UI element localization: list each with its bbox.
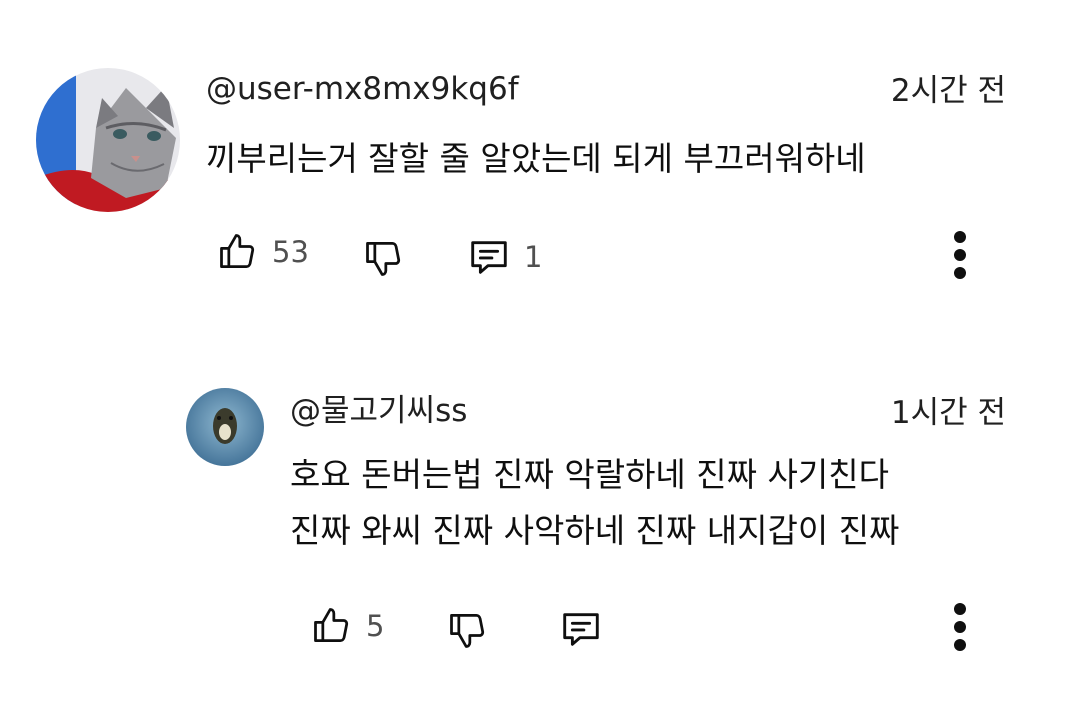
- cat-avatar[interactable]: [36, 68, 180, 212]
- comment-more-button[interactable]: [940, 228, 980, 288]
- comment-text: 끼부리는거 잘할 줄 알았는데 되게 부끄러워하네: [206, 139, 866, 178]
- thumbs-up-icon: [220, 234, 255, 269]
- reply-like-count: 5: [366, 608, 385, 643]
- fish-avatar[interactable]: [186, 388, 264, 466]
- comment: @user-mx8mx9kq6f 2시간 전 끼부리는거 잘할 줄 알았는데 되…: [0, 0, 1080, 320]
- reply-text-line-2: 진짜 와씨 진짜 사악하네 진짜 내지갑이 진짜: [290, 511, 900, 550]
- reply-like-button[interactable]: 5: [310, 604, 384, 648]
- reply-more-button[interactable]: [940, 600, 980, 660]
- like-button[interactable]: 53: [216, 230, 309, 274]
- comment-icon: [471, 241, 507, 274]
- fish-avatar-image: [186, 388, 264, 466]
- thumbs-down-icon: [450, 613, 485, 648]
- reply-author[interactable]: @물고기씨ss: [290, 396, 467, 427]
- reply-dislike-button[interactable]: [446, 608, 490, 652]
- reply-reply-button[interactable]: [558, 606, 604, 652]
- like-count: 53: [272, 234, 309, 269]
- dislike-button[interactable]: [362, 236, 406, 280]
- comment-author[interactable]: @user-mx8mx9kq6f: [206, 74, 519, 105]
- reply-comment: @물고기씨ss 1시간 전 호요 돈버는법 진짜 악랄하네 진짜 사기친다 진짜…: [0, 360, 1080, 700]
- thumbs-up-icon: [314, 608, 349, 643]
- reply-timestamp: 1시간 전: [890, 395, 1006, 431]
- reply-button[interactable]: 1: [466, 234, 542, 280]
- cat-avatar-image: [36, 68, 180, 212]
- reply-text-line-1: 호요 돈버는법 진짜 악랄하네 진짜 사기친다: [290, 455, 889, 494]
- thumbs-down-icon: [366, 241, 401, 276]
- comment-timestamp: 2시간 전: [890, 73, 1006, 109]
- reply-count: 1: [524, 239, 543, 274]
- comment-icon: [563, 613, 599, 646]
- more-vertical-icon: [954, 231, 966, 279]
- more-vertical-icon: [954, 603, 966, 651]
